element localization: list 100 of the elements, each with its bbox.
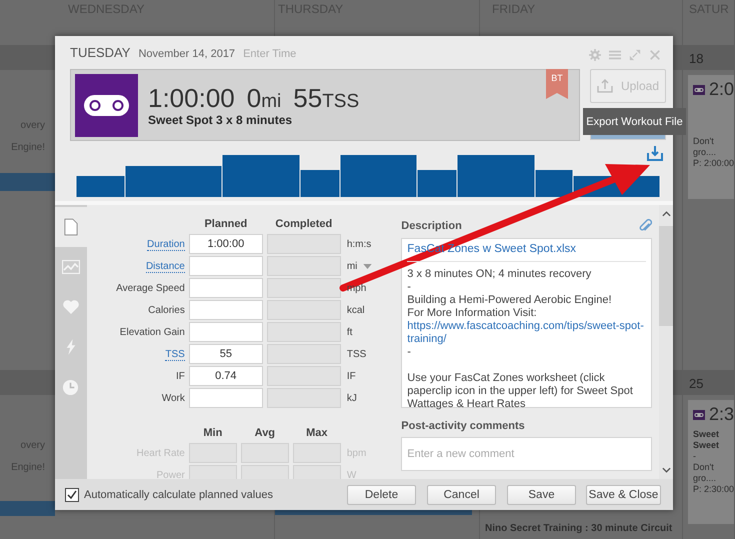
range-field[interactable] <box>292 465 341 479</box>
workout-card-text: gro.... <box>693 473 718 484</box>
planned-field[interactable]: 55 <box>188 344 263 364</box>
close-icon[interactable] <box>649 49 661 61</box>
completed-field[interactable] <box>266 322 341 342</box>
workout-duration: 2:0 <box>708 79 734 100</box>
workout-card-text: Don't <box>693 462 715 473</box>
chart-icon <box>62 260 80 274</box>
field-label: Elevation Gain <box>120 326 185 338</box>
upload-icon <box>597 79 613 93</box>
column-heading: Completed <box>274 218 334 230</box>
field-label: IF <box>176 370 185 382</box>
unit-label: h:m:s <box>346 238 372 250</box>
workout-card-text: Don't <box>693 136 715 147</box>
range-field[interactable] <box>240 465 289 479</box>
scroll-up-icon[interactable] <box>662 211 670 217</box>
field-label: Work <box>162 392 185 404</box>
field-link[interactable]: TSS <box>165 348 185 360</box>
planned-field[interactable] <box>188 278 263 298</box>
column-heading: Max <box>305 427 329 439</box>
field-link[interactable]: Distance <box>146 260 185 272</box>
caret-icon[interactable] <box>363 264 372 268</box>
side-tab[interactable] <box>55 207 87 247</box>
expand-icon[interactable] <box>629 49 641 61</box>
tss-value: 55TSS <box>293 83 360 113</box>
workout-card-text: Sweet <box>693 440 720 451</box>
comment-field[interactable]: Enter a new comment <box>401 437 652 471</box>
range-field[interactable] <box>188 465 237 479</box>
planned-field[interactable] <box>188 256 263 276</box>
range-field[interactable] <box>292 443 341 463</box>
date-number: 25 <box>689 376 704 391</box>
description-text: For More Information Visit: <box>407 307 538 320</box>
bike-chain-icon <box>75 74 138 136</box>
range-field[interactable] <box>240 443 289 463</box>
unit-label: ft <box>346 326 352 338</box>
lightning-icon <box>64 339 77 355</box>
download-icon[interactable] <box>647 145 663 161</box>
heart-icon <box>62 299 80 315</box>
dialog-button[interactable]: Save & Close <box>586 484 661 504</box>
completed-field[interactable] <box>266 300 341 320</box>
workout-card[interactable]: 2:0 Don't gro.... P: 2:00:00 <box>688 75 734 199</box>
range-field[interactable] <box>188 443 237 463</box>
unit-label: kJ <box>346 392 357 404</box>
completed-field[interactable] <box>266 344 341 364</box>
document-icon <box>64 218 78 236</box>
workout-card-text: P: 2:00:00 <box>693 158 734 169</box>
completed-field[interactable] <box>266 234 341 254</box>
tooltip: Export Workout File <box>583 108 686 135</box>
workout-title: Sweet Spot 3 x 8 minutes <box>148 113 294 127</box>
distance-value: 0mi <box>246 83 282 113</box>
menu-icon[interactable] <box>609 49 621 61</box>
planned-field[interactable] <box>188 388 263 408</box>
workout-graph <box>0 173 55 191</box>
planned-field[interactable] <box>188 322 263 342</box>
description-text: 3 x 8 minutes ON; 4 minutes recovery <box>407 268 592 281</box>
time-field[interactable]: Enter Time <box>243 48 314 60</box>
settings-icon[interactable] <box>589 49 601 61</box>
scrollbar[interactable] <box>659 205 673 479</box>
workout-card[interactable]: 2:3 Sweet Sweet - Don't gro.... P: 2:30:00 <box>688 400 734 524</box>
workout-card-text: Sweet <box>693 429 720 440</box>
planned-field[interactable]: 0.74 <box>188 366 263 386</box>
day-name: TUESDAY <box>70 45 130 60</box>
planned-field[interactable]: 1:00:00 <box>188 234 263 254</box>
completed-field[interactable] <box>266 278 341 298</box>
description-text: Use your FasCat Zones worksheet (click paperclip icon in the upper left) for Sweet Spot Wattages & Heart Rates <box>407 372 634 411</box>
description-text: - <box>407 281 412 294</box>
field-link[interactable]: Duration <box>147 238 185 250</box>
section-title: Description <box>401 220 462 232</box>
unit-label: TSS <box>346 348 366 360</box>
field-label: Calories <box>148 304 185 316</box>
workout-card-text: gro.... <box>693 147 718 158</box>
completed-field[interactable] <box>266 366 341 386</box>
paperclip-icon[interactable] <box>639 218 652 234</box>
checkbox-label[interactable]: Automatically calculate planned values <box>84 488 273 500</box>
dialog-button[interactable]: Cancel <box>427 484 496 504</box>
column-heading: Avg <box>254 427 276 439</box>
completed-field[interactable] <box>266 388 341 408</box>
unit-label: mph <box>346 282 366 294</box>
scroll-down-icon[interactable] <box>662 467 670 473</box>
workout-card-text: P: 2:30:00 <box>693 484 734 495</box>
dialog-button[interactable]: Delete <box>347 484 416 504</box>
unit-label: kcal <box>346 304 365 316</box>
completed-field[interactable] <box>266 256 341 276</box>
column-heading: Min <box>202 427 224 439</box>
unit-label: mi <box>346 260 358 272</box>
field-label: Average Speed <box>116 282 185 294</box>
ribbon-badge: BT <box>546 69 568 99</box>
dialog-button[interactable]: Save <box>507 484 576 504</box>
workout-card-text: - <box>693 451 697 462</box>
web-link[interactable]: https://www.fascatcoaching.com/tips/sweet-spot-training/ <box>407 320 646 346</box>
planned-field[interactable] <box>188 300 263 320</box>
date-number: 18 <box>689 51 704 66</box>
description-text: - <box>407 346 412 359</box>
workout-title[interactable]: Nino Secret Training : 30 minute Circuit <box>485 522 680 536</box>
unit-label: IF <box>346 370 356 382</box>
duration-value: 1:00:00 <box>148 83 235 113</box>
workout-date: November 14, 2017 <box>138 48 236 60</box>
column-heading: Planned <box>203 218 248 230</box>
description-text: Building a Hemi-Powered Aerobic Engine! <box>407 294 613 307</box>
checkbox[interactable] <box>65 488 79 502</box>
